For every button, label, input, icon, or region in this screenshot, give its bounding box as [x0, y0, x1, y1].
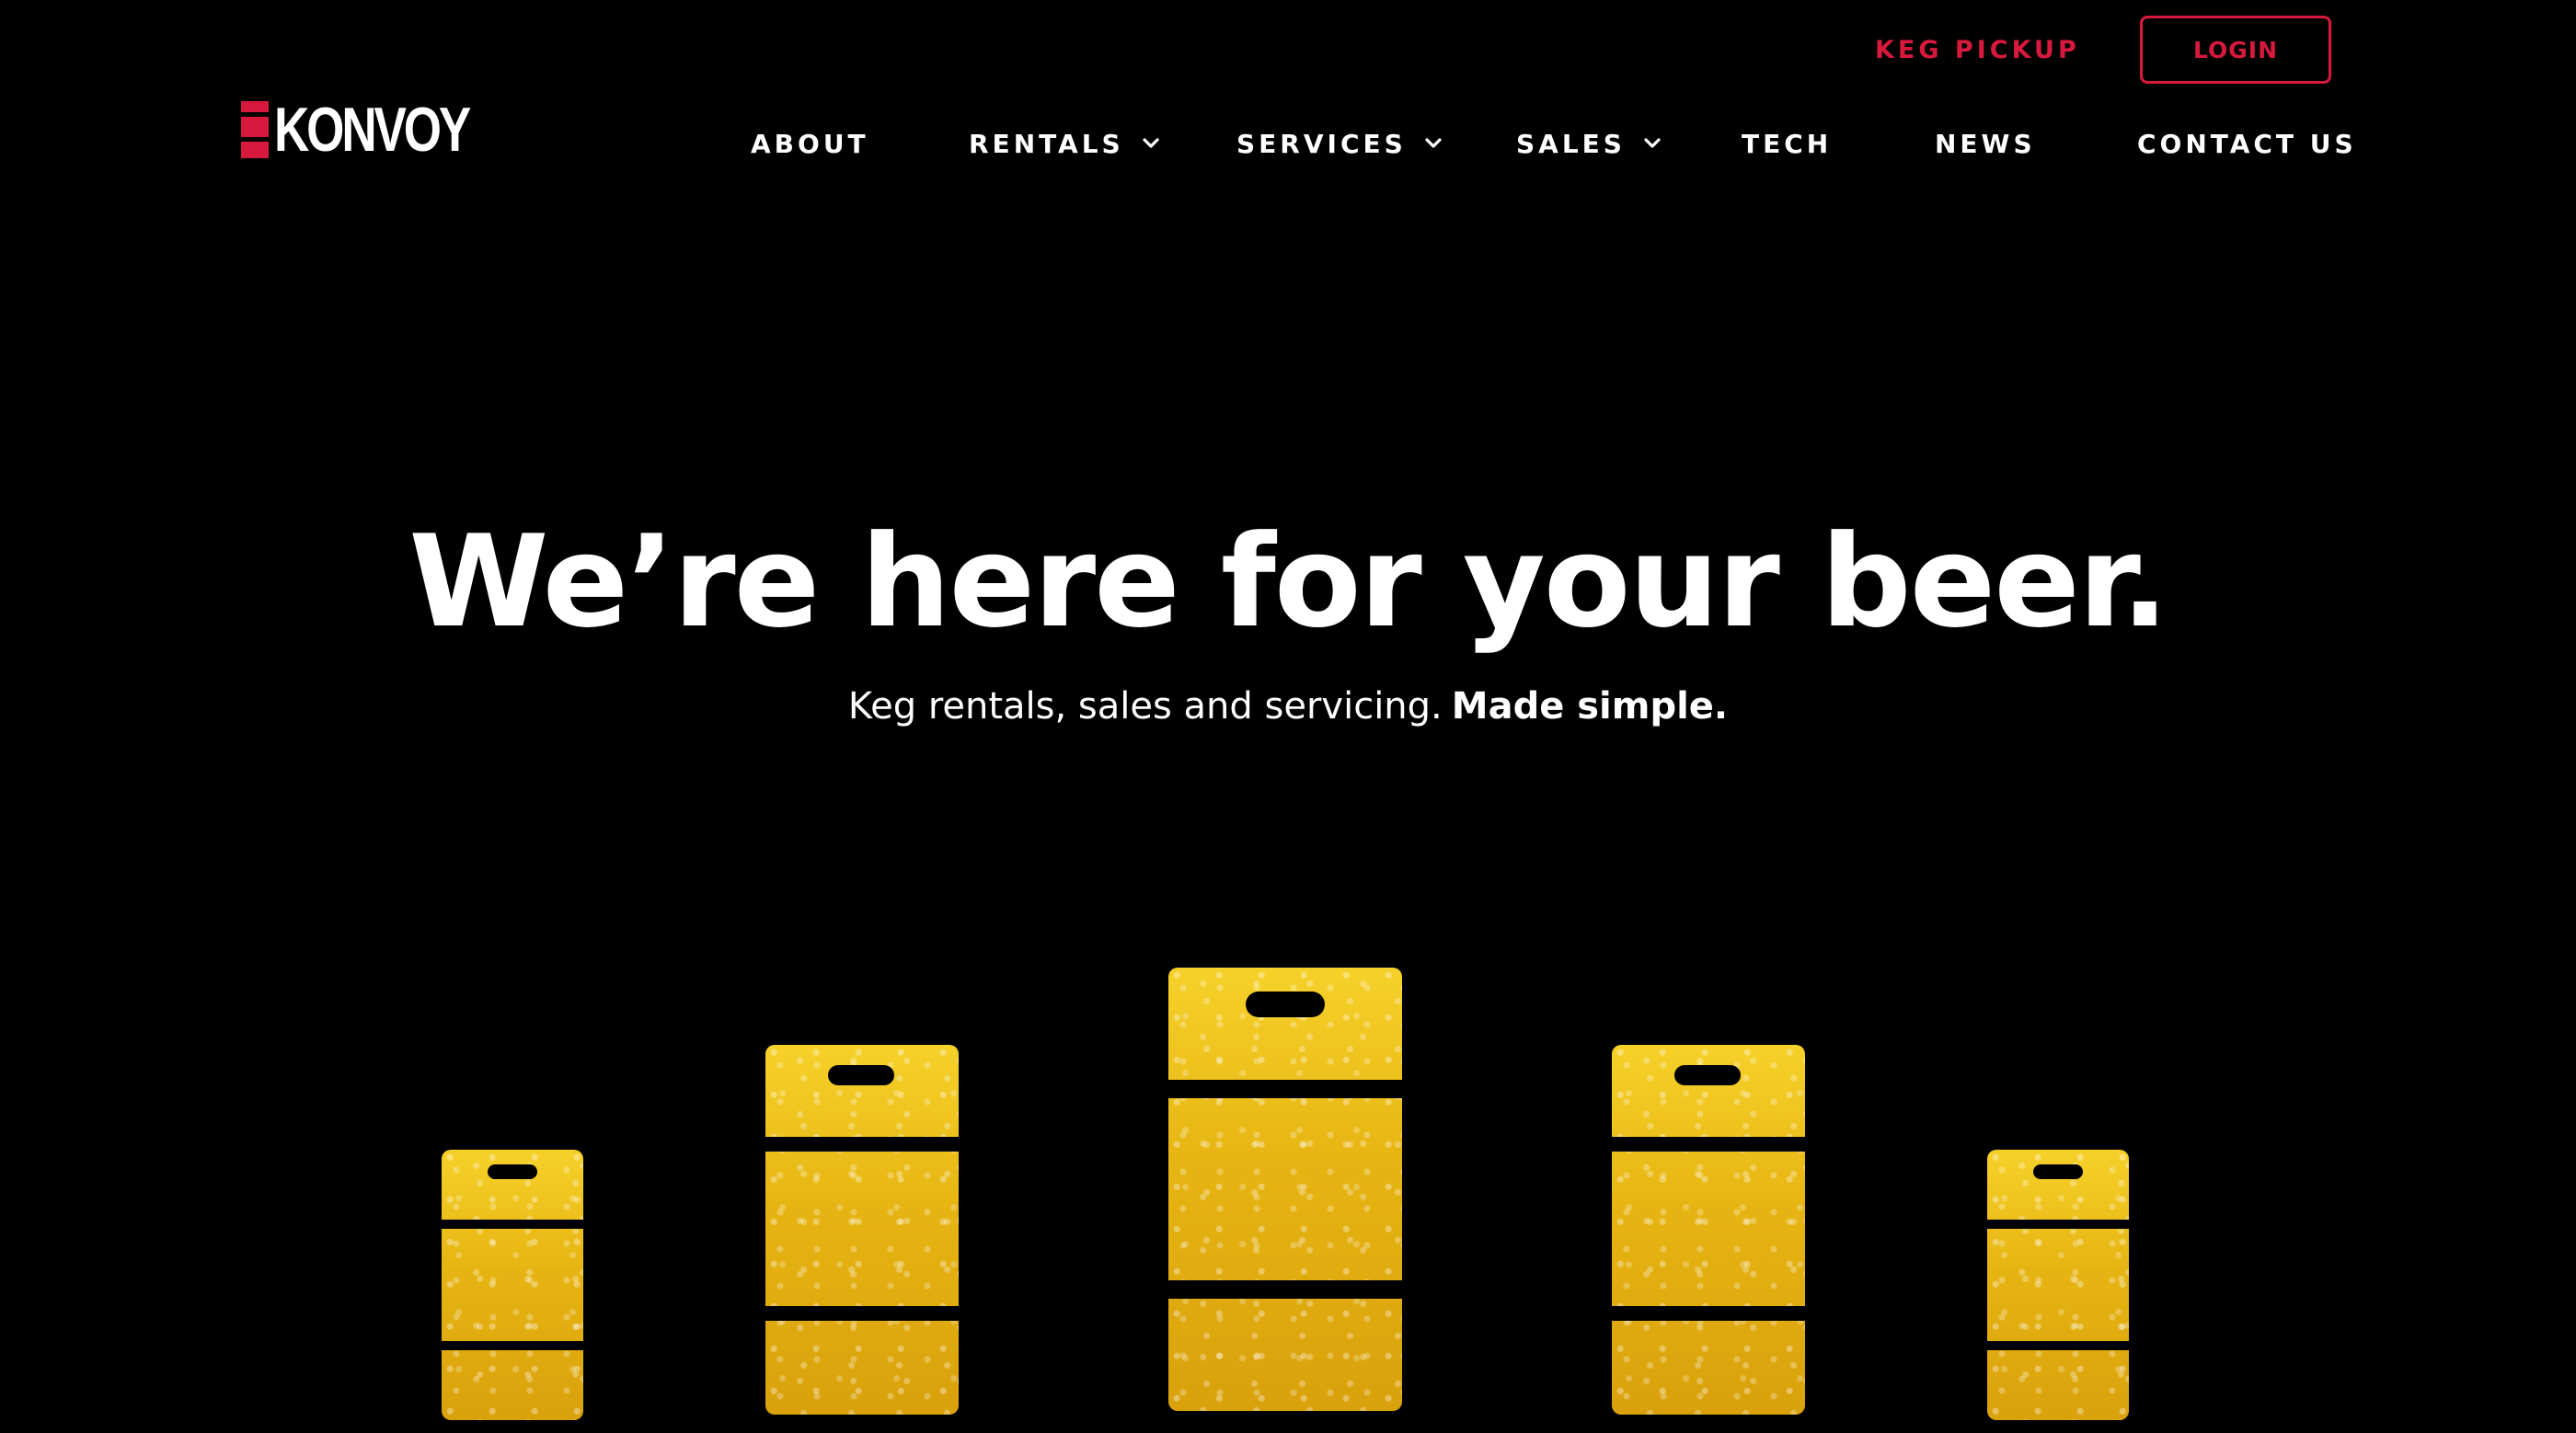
hero-subtitle-text: Keg rentals, sales and servicing.	[847, 685, 1443, 728]
nav-item-sales[interactable]: SALES	[1516, 123, 1662, 164]
main-nav: ABOUT RENTALS SERVICES SALES TECH NEWS C…	[0, 123, 2576, 164]
login-button[interactable]: LOGIN	[2140, 16, 2331, 84]
nav-item-news[interactable]: NEWS	[1935, 123, 2036, 164]
nav-item-label: TECH	[1742, 128, 1833, 159]
keg-icon	[442, 1150, 583, 1420]
nav-item-label: NEWS	[1935, 128, 2036, 159]
keg-pickup-link[interactable]: KEG PICKUP	[1875, 34, 2076, 67]
nav-item-tech[interactable]: TECH	[1742, 123, 1832, 164]
nav-item-about[interactable]: ABOUT	[751, 123, 869, 164]
nav-item-services[interactable]: SERVICES	[1236, 123, 1443, 164]
chevron-down-icon	[1425, 138, 1442, 148]
hero-subtitle: Keg rentals, sales and servicing. Made si…	[0, 681, 2576, 732]
nav-item-label: SERVICES	[1236, 128, 1407, 159]
keg-icon	[1612, 1045, 1805, 1415]
keg-icon	[1987, 1150, 2129, 1420]
chevron-down-icon	[1143, 138, 1159, 148]
nav-item-label: SALES	[1516, 128, 1626, 159]
nav-item-label: CONTACT US	[2137, 128, 2357, 159]
chevron-down-icon	[1644, 138, 1661, 148]
nav-item-contact-us[interactable]: CONTACT US	[2137, 123, 2357, 164]
keg-icon	[765, 1045, 959, 1415]
hero-title: We’re here for your beer.	[408, 508, 2168, 656]
nav-item-label: RENTALS	[969, 128, 1124, 159]
page: KEG PICKUP LOGIN KONVOY ABOUT RENTALS SE…	[0, 0, 2576, 1433]
nav-item-label: ABOUT	[751, 128, 869, 159]
hero-subtitle-emphasis: Made simple.	[1451, 685, 1729, 728]
keg-icon	[1168, 968, 1402, 1411]
nav-item-rentals[interactable]: RENTALS	[969, 123, 1161, 164]
